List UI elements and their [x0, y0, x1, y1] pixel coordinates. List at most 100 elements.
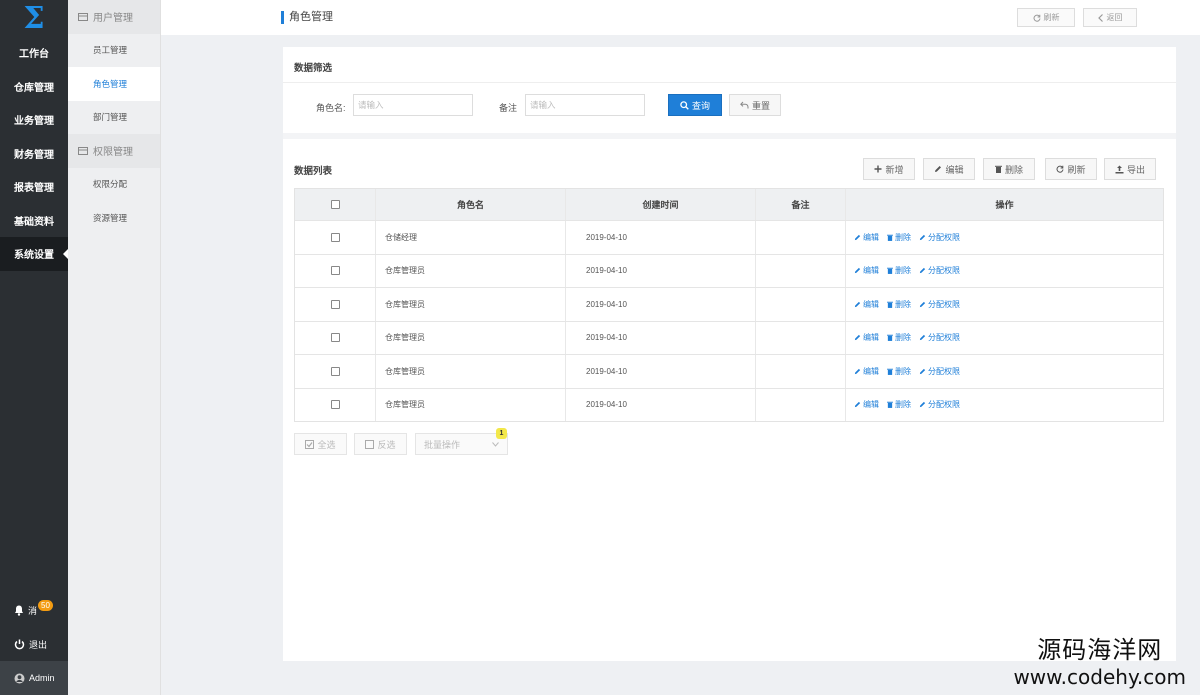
column-header-role-name[interactable]: 角色名 — [376, 189, 566, 220]
submenu-item-roles[interactable]: 角色管理 — [68, 67, 160, 101]
row-checkbox-cell — [295, 254, 376, 287]
pencil-icon — [919, 234, 926, 241]
table-row: 仓库管理员 2019-04-10 编辑 删除 分配权限 — [295, 354, 1163, 388]
row-delete-label: 删除 — [895, 232, 911, 242]
header-checkbox-cell — [295, 189, 376, 220]
table-row: 仓储经理 2019-04-10 编辑 删除 分配权限 — [295, 220, 1163, 254]
row-edit-link[interactable]: 编辑 — [854, 399, 879, 410]
messages-button[interactable]: 消 50 — [0, 593, 68, 627]
nav-item-business[interactable]: 业务管理 — [0, 103, 68, 137]
submenu-group-users[interactable]: 用户管理 — [68, 0, 160, 34]
row-checkbox[interactable] — [330, 400, 340, 410]
invert-selection-button[interactable]: 反选 — [354, 433, 407, 455]
row-delete-link[interactable]: 删除 — [887, 232, 911, 243]
undo-icon — [740, 101, 749, 109]
add-button[interactable]: 新增 — [863, 158, 915, 180]
batch-action-placeholder: 批量操作 — [424, 439, 461, 450]
remark-cell — [756, 221, 846, 254]
logout-button[interactable]: 退出 — [0, 627, 68, 661]
column-header-created[interactable]: 创建时间 — [566, 189, 756, 220]
reset-button[interactable]: 重置 — [729, 94, 781, 116]
row-checkbox[interactable] — [330, 232, 340, 242]
nav-item-finance[interactable]: 财务管理 — [0, 137, 68, 171]
reset-label: 重置 — [751, 100, 770, 111]
export-button[interactable]: 导出 — [1104, 158, 1156, 180]
row-edit-label: 编辑 — [863, 232, 879, 242]
pencil-icon — [919, 334, 926, 341]
row-edit-link[interactable]: 编辑 — [854, 332, 879, 343]
row-delete-link[interactable]: 删除 — [887, 265, 911, 276]
nav-item-warehouse[interactable]: 仓库管理 — [0, 70, 68, 104]
empty-box-icon — [365, 439, 375, 449]
table-row: 仓库管理员 2019-04-10 编辑 删除 分配权限 — [295, 287, 1163, 321]
role-name-cell: 仓库管理员 — [376, 388, 566, 421]
user-menu[interactable]: Admin — [0, 661, 68, 695]
remark-input[interactable]: 请输入 — [525, 94, 645, 116]
refresh-page-button[interactable]: 刷新 — [1017, 8, 1075, 27]
search-button[interactable]: 查询 — [668, 94, 722, 116]
refresh-icon — [1056, 165, 1064, 173]
actions-cell: 编辑 删除 分配权限 — [846, 255, 1163, 288]
watermark-line-1: 源码海洋网 — [1037, 636, 1163, 664]
trash-icon — [887, 234, 893, 241]
pencil-icon — [919, 401, 926, 408]
created-date-cell: 2019-04-10 — [566, 388, 756, 421]
watermark-line-2: www.codehy.com — [1013, 665, 1186, 689]
row-checkbox-cell — [295, 288, 376, 321]
row-assign-permission-link[interactable]: 分配权限 — [919, 399, 960, 410]
nav-item-workbench[interactable]: 工作台 — [0, 36, 68, 70]
row-checkbox[interactable] — [330, 366, 340, 376]
submenu: 用户管理 员工管理 角色管理 部门管理 权限管理 权限分配 资源管理 — [68, 0, 161, 695]
row-assign-permission-label: 分配权限 — [928, 266, 960, 276]
submenu-group-permissions[interactable]: 权限管理 — [68, 134, 160, 168]
role-name-input[interactable]: 请输入 — [353, 94, 473, 116]
row-assign-permission-label: 分配权限 — [928, 333, 960, 343]
nav-item-reports[interactable]: 报表管理 — [0, 170, 68, 204]
row-delete-link[interactable]: 删除 — [887, 332, 911, 343]
role-name-cell: 仓库管理员 — [376, 321, 566, 354]
batch-action-select[interactable]: 批量操作 — [415, 433, 508, 455]
submenu-item-departments[interactable]: 部门管理 — [68, 101, 160, 135]
row-delete-link[interactable]: 删除 — [887, 366, 911, 377]
edit-label: 编辑 — [945, 164, 964, 175]
refresh-list-button[interactable]: 刷新 — [1045, 158, 1097, 180]
refresh-icon — [1033, 14, 1041, 22]
row-edit-link[interactable]: 编辑 — [854, 232, 879, 243]
top-bar: 角色管理 刷新 返回 — [161, 0, 1200, 35]
row-assign-permission-link[interactable]: 分配权限 — [919, 332, 960, 343]
delete-label: 删除 — [1004, 164, 1023, 175]
row-edit-label: 编辑 — [863, 366, 879, 376]
page-title: 角色管理 — [281, 11, 333, 24]
delete-button[interactable]: 删除 — [983, 158, 1035, 180]
row-assign-permission-link[interactable]: 分配权限 — [919, 265, 960, 276]
chevron-left-icon — [1097, 13, 1104, 22]
nav-item-basic-data[interactable]: 基础资料 — [0, 204, 68, 238]
submenu-group-label: 用户管理 — [93, 13, 133, 25]
row-delete-link[interactable]: 删除 — [887, 299, 911, 310]
row-assign-permission-link[interactable]: 分配权限 — [919, 366, 960, 377]
row-delete-label: 删除 — [895, 266, 911, 276]
main-panel: 数据筛选 角色名: 请输入 备注 请输入 查询 重置 数据列表 新增 编辑 删除 — [283, 47, 1176, 661]
select-all-button[interactable]: 全选 — [294, 433, 347, 455]
select-all-checkbox[interactable] — [330, 200, 340, 209]
back-button[interactable]: 返回 — [1083, 8, 1137, 27]
created-date-cell: 2019-04-10 — [566, 254, 756, 287]
row-assign-permission-link[interactable]: 分配权限 — [919, 299, 960, 310]
row-assign-permission-link[interactable]: 分配权限 — [919, 232, 960, 243]
submenu-item-permission-assign[interactable]: 权限分配 — [68, 168, 160, 202]
row-edit-link[interactable]: 编辑 — [854, 366, 879, 377]
row-assign-permission-label: 分配权限 — [928, 400, 960, 410]
row-edit-link[interactable]: 编辑 — [854, 265, 879, 276]
row-delete-link[interactable]: 删除 — [887, 399, 911, 410]
row-checkbox[interactable] — [330, 299, 340, 309]
bell-icon — [14, 605, 24, 616]
column-header-remark[interactable]: 备注 — [756, 189, 846, 220]
nav-item-system-settings[interactable]: 系统设置 — [0, 237, 68, 271]
row-checkbox[interactable] — [330, 333, 340, 343]
submenu-item-resources[interactable]: 资源管理 — [68, 201, 160, 235]
edit-button[interactable]: 编辑 — [923, 158, 975, 180]
submenu-item-employees[interactable]: 员工管理 — [68, 34, 160, 68]
row-edit-link[interactable]: 编辑 — [854, 299, 879, 310]
card-icon — [78, 12, 88, 21]
row-checkbox[interactable] — [330, 266, 340, 276]
